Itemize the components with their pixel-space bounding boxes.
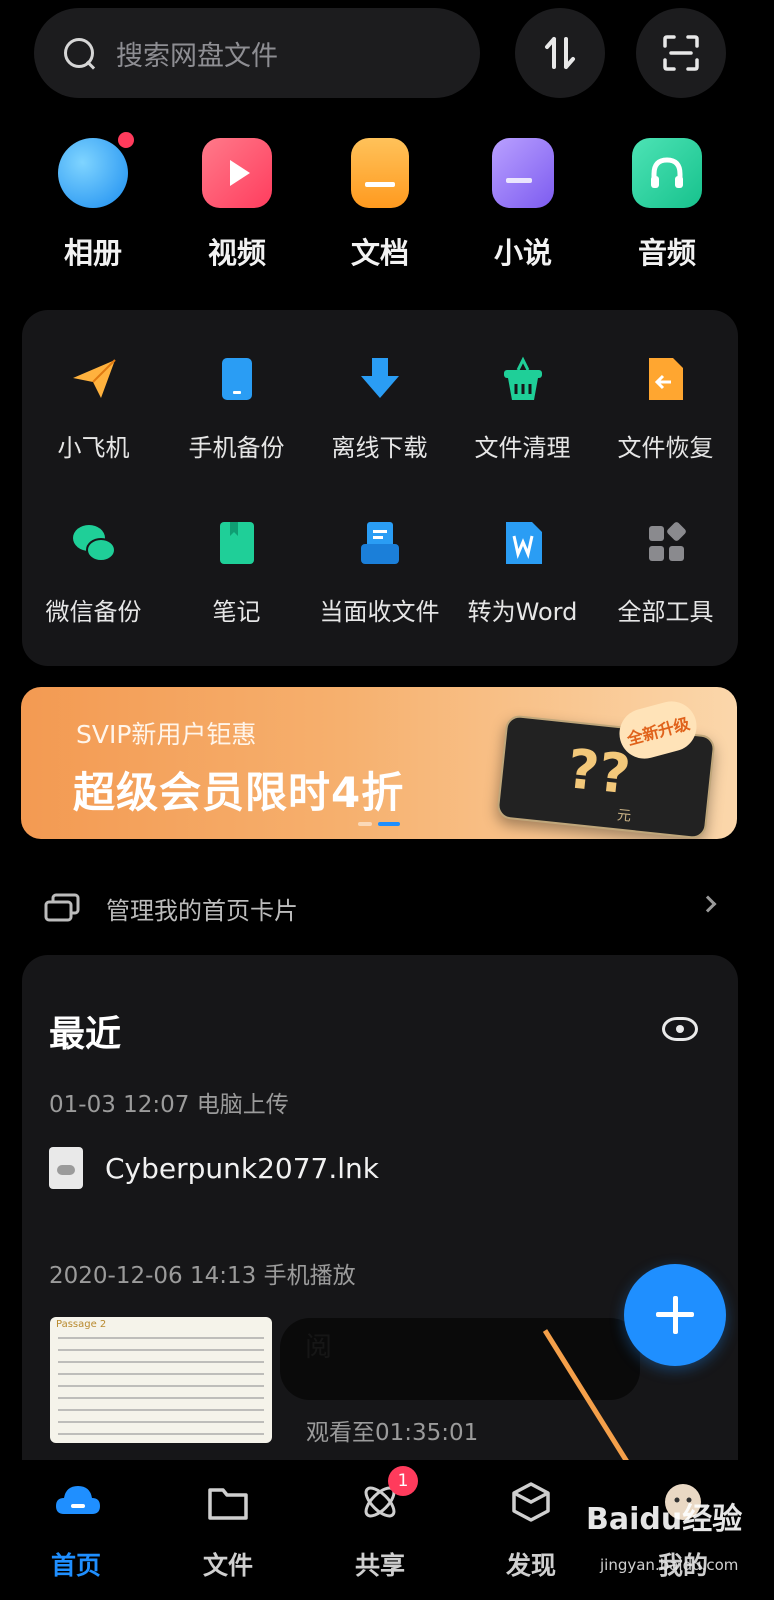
tool-label: 离线下载 (331, 434, 428, 462)
cards-stack-icon (44, 893, 80, 922)
scan-button[interactable] (636, 8, 726, 98)
recent-file-item[interactable]: Cyberpunk2077.lnk (49, 1147, 379, 1189)
nav-home[interactable]: 首页 (21, 1480, 131, 1582)
category-label: 小说 (493, 236, 552, 270)
category-album[interactable]: 相册 (33, 132, 153, 272)
thumb-tag: Passage 2 (56, 1319, 107, 1330)
card-unit: 元 (616, 807, 632, 825)
recent-title: 最近 (49, 1014, 122, 1055)
add-fab-button[interactable] (624, 1264, 726, 1366)
tools-card: 小飞机 手机备份 离线下载 文件清理 文件恢复 微信备份 笔记 当面收文件 转为… (22, 310, 738, 666)
nav-discover[interactable]: 发现 (476, 1480, 586, 1582)
scan-icon (663, 35, 699, 71)
category-label: 视频 (207, 236, 266, 270)
share-badge: 1 (388, 1466, 418, 1496)
tool-all-tools[interactable]: 全部工具 (594, 520, 737, 627)
tool-label: 当面收文件 (319, 598, 440, 626)
tool-label: 小飞机 (57, 434, 130, 462)
phone-backup-icon (214, 356, 260, 402)
baidu-watermark: Baidu经验 (586, 1502, 743, 1537)
nav-share[interactable]: 1 共享 (325, 1466, 435, 1582)
discover-cube-icon (509, 1480, 553, 1524)
tool-label: 微信备份 (45, 598, 142, 626)
eye-icon[interactable] (662, 1017, 698, 1041)
file-name: Cyberpunk2077.lnk (105, 1151, 380, 1185)
category-label: 文档 (350, 236, 409, 270)
share-atom-icon: 1 (358, 1466, 418, 1524)
nav-label: 首页 (50, 1551, 101, 1580)
search-bar[interactable]: 搜索网盘文件 (34, 8, 480, 98)
category-label: 相册 (63, 236, 122, 270)
offline-download-icon (357, 356, 403, 402)
redaction-scribble (280, 1318, 640, 1400)
tool-file-clean[interactable]: 文件清理 (451, 356, 594, 463)
document-icon (351, 138, 409, 208)
manage-home-cards-row[interactable]: 管理我的首页卡片 (44, 886, 734, 930)
nav-files[interactable]: 文件 (173, 1480, 283, 1582)
file-clean-icon (500, 356, 546, 402)
file-restore-icon (643, 356, 689, 402)
folder-icon (206, 1480, 250, 1524)
tool-label: 文件清理 (474, 434, 571, 462)
video-icon (202, 138, 272, 208)
sort-transfer-button[interactable] (515, 8, 605, 98)
nav-label: 共享 (354, 1551, 405, 1580)
nav-label: 文件 (202, 1551, 253, 1580)
home-cloud-icon (54, 1480, 100, 1524)
tool-label: 文件恢复 (617, 434, 714, 462)
svip-promo-banner[interactable]: SVIP新用户钜惠 超级会员限时4折 ?? 元 全新升级 (21, 687, 737, 839)
baidu-watermark-url: jingyan.baidu.com (600, 1556, 739, 1574)
tool-label: 全部工具 (617, 598, 714, 626)
tool-receive-files[interactable]: 当面收文件 (308, 520, 451, 627)
category-audio[interactable]: 音频 (607, 138, 727, 272)
tool-label: 笔记 (212, 598, 261, 626)
tool-notes[interactable]: 笔记 (165, 520, 308, 627)
video-thumbnail[interactable]: Passage 2 (50, 1317, 272, 1443)
watch-progress: 观看至01:35:01 (306, 1420, 479, 1446)
tool-label: 手机备份 (188, 434, 285, 462)
shortcut-file-icon (49, 1147, 83, 1189)
category-label: 音频 (637, 236, 696, 270)
banner-title: 超级会员限时4折 (73, 768, 405, 817)
recent-group-meta: 01-03 12:07 电脑上传 (49, 1092, 289, 1118)
category-novel[interactable]: 小说 (463, 138, 583, 272)
tool-file-restore[interactable]: 文件恢复 (594, 356, 737, 463)
all-tools-icon (643, 520, 689, 566)
nav-label: 发现 (505, 1551, 556, 1580)
photo-album-icon (58, 132, 134, 208)
wechat-backup-icon (71, 520, 117, 566)
category-video[interactable]: 视频 (177, 138, 297, 272)
novel-book-icon (492, 138, 554, 208)
tool-convert-word[interactable]: 转为Word (451, 520, 594, 627)
search-icon (62, 36, 96, 70)
carousel-indicator (358, 822, 402, 826)
tool-wechat-backup[interactable]: 微信备份 (22, 520, 165, 627)
chevron-right-icon (699, 895, 717, 913)
tool-label: 转为Word (467, 598, 578, 626)
manage-cards-label: 管理我的首页卡片 (106, 896, 298, 925)
banner-subtitle: SVIP新用户钜惠 (76, 720, 257, 749)
sort-arrows-icon (545, 37, 575, 69)
headphones-icon (632, 138, 702, 208)
search-placeholder: 搜索网盘文件 (116, 40, 278, 72)
tool-phone-backup[interactable]: 手机备份 (165, 356, 308, 463)
recent-group-meta: 2020-12-06 14:13 手机播放 (49, 1263, 356, 1289)
notes-icon (214, 520, 260, 566)
category-document[interactable]: 文档 (320, 138, 440, 272)
convert-word-icon (500, 520, 546, 566)
receive-files-icon (357, 520, 403, 566)
paper-plane-icon (71, 356, 117, 402)
tool-paper-plane[interactable]: 小飞机 (22, 356, 165, 463)
tool-offline-download[interactable]: 离线下载 (308, 356, 451, 463)
new-dot (118, 132, 134, 148)
